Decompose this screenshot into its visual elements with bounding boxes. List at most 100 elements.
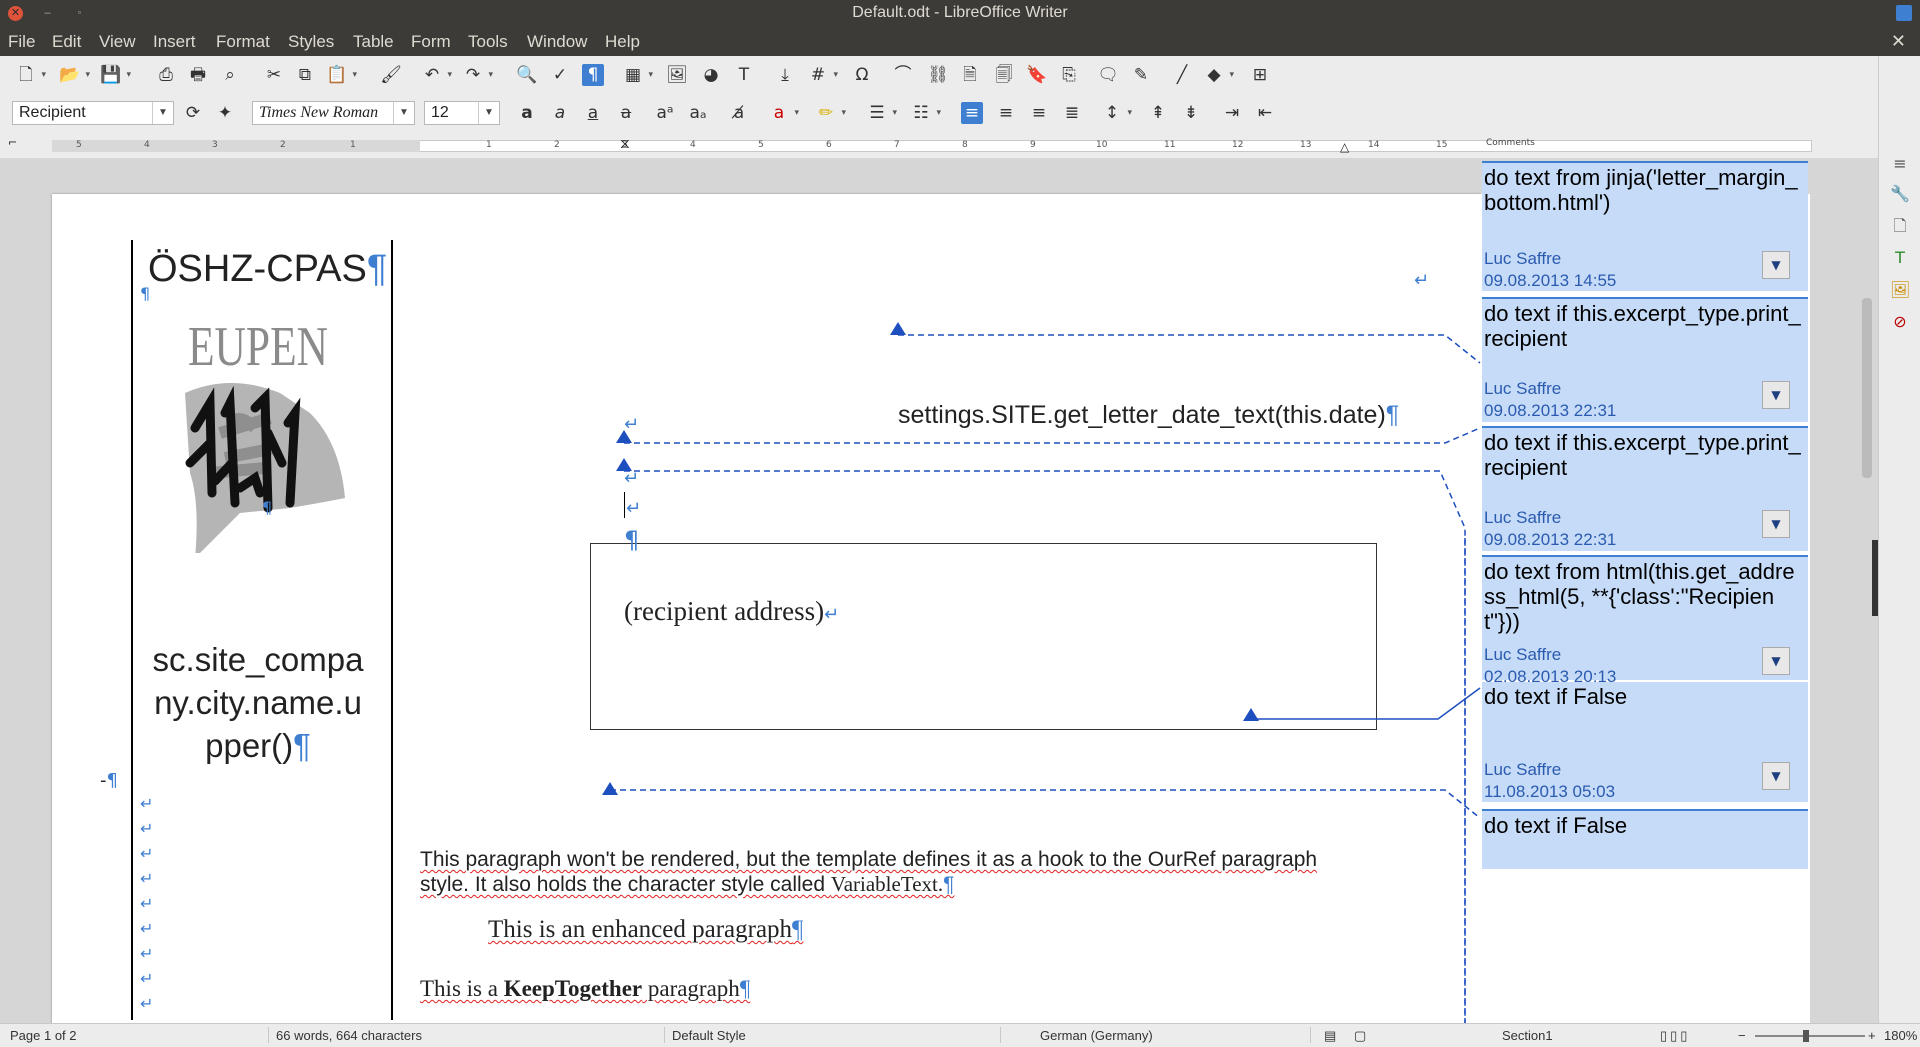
close-document-icon[interactable]: ✕: [1891, 31, 1906, 52]
keeptogether-paragraph[interactable]: This is a KeepTogether paragraph¶: [420, 976, 750, 1002]
export-pdf-icon[interactable]: ⎙: [155, 64, 177, 86]
comment-menu-button[interactable]: ▼: [1762, 510, 1790, 538]
justify-icon[interactable]: ≣: [1061, 102, 1083, 124]
save-icon[interactable]: 💾 ▾: [100, 64, 131, 86]
align-left-icon[interactable]: ≡: [961, 102, 983, 124]
comment-card[interactable]: do text from html(this.get_address_html(…: [1482, 555, 1808, 686]
menu-tools[interactable]: Tools: [468, 32, 508, 52]
menu-file[interactable]: File: [8, 32, 35, 52]
vertical-scrollbar[interactable]: [1862, 298, 1872, 478]
gallery-icon[interactable]: 🖼: [1890, 280, 1910, 300]
menu-styles[interactable]: Styles: [288, 32, 334, 52]
menu-form[interactable]: Form: [411, 32, 451, 52]
superscript-icon[interactable]: aᵃ: [654, 102, 676, 124]
clone-formatting-icon[interactable]: 🖌: [380, 64, 402, 86]
paste-icon[interactable]: 📋 ▾: [326, 64, 357, 86]
comment-card[interactable]: do text if this.excerpt_type.print_recip…: [1482, 426, 1808, 551]
increase-paragraph-spacing-icon[interactable]: ⇞: [1147, 102, 1169, 124]
font-color-icon[interactable]: a ▾: [768, 102, 799, 124]
ourref-hook-paragraph[interactable]: This paragraph won't be rendered, but th…: [420, 848, 1340, 897]
undo-icon[interactable]: ↶ ▾: [421, 64, 452, 86]
decrease-indent-icon[interactable]: ⇤: [1254, 102, 1276, 124]
increase-indent-icon[interactable]: ⇥: [1221, 102, 1243, 124]
subscript-icon[interactable]: aₐ: [687, 102, 709, 124]
decrease-paragraph-spacing-icon[interactable]: ⇟: [1180, 102, 1202, 124]
bold-icon[interactable]: a: [516, 102, 538, 124]
recipient-frame[interactable]: [590, 543, 1377, 730]
hyperlink-icon[interactable]: ⛓: [927, 64, 949, 86]
word-count[interactable]: 66 words, 664 characters: [276, 1028, 422, 1043]
menu-format[interactable]: Format: [216, 32, 270, 52]
new-style-icon[interactable]: ✦: [214, 102, 236, 124]
strikethrough-icon[interactable]: a: [615, 102, 637, 124]
footnote-icon[interactable]: 🗎: [959, 64, 981, 86]
tab-stop-icon[interactable]: ⌐: [8, 136, 17, 149]
comment-menu-button[interactable]: ▼: [1762, 647, 1790, 675]
cut-icon[interactable]: ✂: [263, 64, 285, 86]
menu-help[interactable]: Help: [605, 32, 640, 52]
line-spacing-icon[interactable]: ↕ ▾: [1101, 102, 1132, 124]
find-replace-icon[interactable]: 🔍: [516, 64, 538, 86]
special-character-icon[interactable]: Ω: [851, 64, 873, 86]
clear-formatting-icon[interactable]: a̸: [728, 102, 750, 124]
bookmark-icon[interactable]: 🔖: [1026, 64, 1048, 86]
chevron-down-icon[interactable]: ▼: [393, 102, 414, 124]
open-icon[interactable]: 📂 ▾: [59, 64, 90, 86]
formatting-marks-icon[interactable]: ¶: [582, 64, 604, 86]
company-city-expression[interactable]: sc.site_compa ny.city.name.u pper()¶: [138, 638, 378, 767]
styles-icon[interactable]: T: [1890, 248, 1910, 268]
comment-card[interactable]: do text from jinja('letter_margin_bottom…: [1482, 161, 1808, 291]
comment-menu-button[interactable]: ▼: [1762, 381, 1790, 409]
navigator-icon[interactable]: ⊘: [1890, 312, 1910, 332]
new-document-icon[interactable]: 🗋 ▾: [15, 64, 46, 86]
horizontal-ruler[interactable]: ⌐ 5 4 3 2 1 1 2 3 4 5 6 7 8 9 10 11 12 1…: [0, 132, 1878, 158]
menu-insert[interactable]: Insert: [153, 32, 196, 52]
italic-icon[interactable]: a: [549, 102, 571, 124]
font-size-combo[interactable]: 12 ▼: [424, 101, 500, 125]
highlight-color-icon[interactable]: ✏ ▾: [815, 102, 846, 124]
redo-icon[interactable]: ↷ ▾: [462, 64, 493, 86]
enhanced-paragraph[interactable]: This is an enhanced paragraph¶: [488, 916, 803, 944]
document-canvas[interactable]: ÖSHZ-CPAS¶ ¶ EUPEN ¶ sc.site_compa ny.ci…: [0, 158, 1878, 1023]
align-right-icon[interactable]: ≡: [1028, 102, 1050, 124]
indent-marker-icon[interactable]: ⧖: [620, 136, 630, 152]
comment-anchor-icon[interactable]: [1243, 708, 1259, 721]
comment-menu-button[interactable]: ▼: [1762, 762, 1790, 790]
insert-field-icon[interactable]: # ▾: [807, 64, 838, 86]
spelling-icon[interactable]: ✓: [549, 64, 571, 86]
document-modified-icon[interactable]: ▢: [1354, 1028, 1366, 1044]
right-margin-marker-icon[interactable]: △: [1340, 140, 1349, 154]
zoom-in-icon[interactable]: +: [1868, 1028, 1876, 1043]
track-changes-icon[interactable]: ✎: [1130, 64, 1152, 86]
menu-window[interactable]: Window: [527, 32, 587, 52]
insert-image-icon[interactable]: 🖼: [666, 64, 688, 86]
endnote-icon[interactable]: 🗐: [993, 64, 1015, 86]
eupen-logo[interactable]: EUPEN: [170, 303, 350, 558]
chevron-down-icon[interactable]: ▼: [478, 102, 499, 124]
underline-icon[interactable]: a: [582, 102, 604, 124]
comment-anchor-icon[interactable]: [890, 322, 906, 335]
comment-card[interactable]: do text if False Luc Saffre 11.08.2013 0…: [1482, 682, 1808, 802]
chevron-down-icon[interactable]: ▼: [152, 102, 173, 124]
comment-card[interactable]: do text if False: [1482, 809, 1808, 869]
print-preview-icon[interactable]: ⌕: [219, 64, 241, 86]
copy-icon[interactable]: ⧉: [294, 64, 316, 86]
page-style[interactable]: Default Style: [672, 1028, 746, 1043]
zoom-out-icon[interactable]: −: [1738, 1028, 1746, 1043]
menu-view[interactable]: View: [99, 32, 136, 52]
zoom-slider-knob[interactable]: [1803, 1030, 1809, 1042]
insert-chart-icon[interactable]: ◕: [700, 64, 722, 86]
align-center-icon[interactable]: ≡: [995, 102, 1017, 124]
sidebar-menu-icon[interactable]: ≡: [1890, 154, 1910, 174]
properties-icon[interactable]: 🔧: [1890, 184, 1910, 204]
comment-card[interactable]: do text if this.excerpt_type.print_recip…: [1482, 297, 1808, 422]
recipient-address-field[interactable]: (recipient address)↵: [624, 596, 839, 627]
zoom-slider[interactable]: [1755, 1030, 1865, 1042]
insert-table-icon[interactable]: ▦ ▾: [622, 64, 653, 86]
comment-icon[interactable]: 🗨: [1097, 64, 1119, 86]
letter-date-expression[interactable]: settings.SITE.get_letter_date_text(this.…: [898, 401, 1399, 430]
insert-line-icon[interactable]: ╱: [1171, 64, 1193, 86]
fontwork-icon[interactable]: ⌒: [892, 64, 914, 86]
indicator-icon[interactable]: [1896, 5, 1912, 21]
comment-anchor-icon[interactable]: [602, 782, 618, 795]
